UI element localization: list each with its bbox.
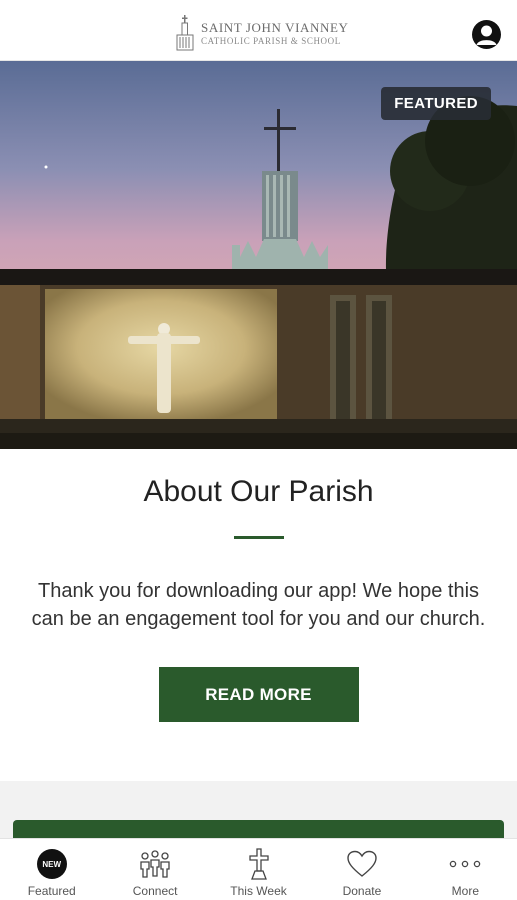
logo-title: SAINT JOHN VIANNEY: [201, 19, 349, 35]
tab-featured[interactable]: NEW Featured: [0, 839, 103, 900]
tab-label: Featured: [27, 884, 76, 898]
heart-icon: [347, 850, 377, 877]
parish-logo[interactable]: SAINT JOHN VIANNEY CATHOLIC PARISH & SCH…: [175, 14, 349, 52]
people-group-icon: [140, 850, 170, 878]
user-circle-icon[interactable]: [472, 20, 501, 49]
more-dots-icon: [450, 860, 481, 868]
tab-label: Donate: [342, 884, 382, 898]
tab-label: This Week: [230, 884, 287, 898]
new-badge-icon: NEW: [36, 849, 67, 879]
read-more-button[interactable]: READ MORE: [158, 667, 359, 722]
tab-label: More: [451, 884, 479, 898]
cross-icon: [248, 848, 269, 880]
tab-connect[interactable]: Connect: [103, 839, 206, 900]
tab-more[interactable]: More: [414, 839, 517, 900]
feature-card: About Our Parish Thank you for downloadi…: [0, 449, 517, 781]
church-logo-icon: [176, 15, 194, 51]
feature-body: Thank you for downloading our app! We ho…: [31, 580, 486, 630]
title-divider: [233, 536, 284, 539]
app-header: SAINT JOHN VIANNEY CATHOLIC PARISH & SCH…: [0, 0, 517, 61]
tab-label: Connect: [132, 884, 178, 898]
tab-this-week[interactable]: This Week: [207, 839, 310, 900]
hero-image[interactable]: FEATURED: [0, 61, 517, 449]
featured-badge: FEATURED: [381, 87, 491, 120]
bottom-tab-bar: NEW Featured Connect This Week Donate Mo…: [0, 838, 517, 900]
tab-donate[interactable]: Donate: [310, 839, 413, 900]
logo-subtitle: CATHOLIC PARISH & SCHOOL: [201, 35, 341, 46]
feature-title: About Our Parish: [143, 475, 374, 508]
